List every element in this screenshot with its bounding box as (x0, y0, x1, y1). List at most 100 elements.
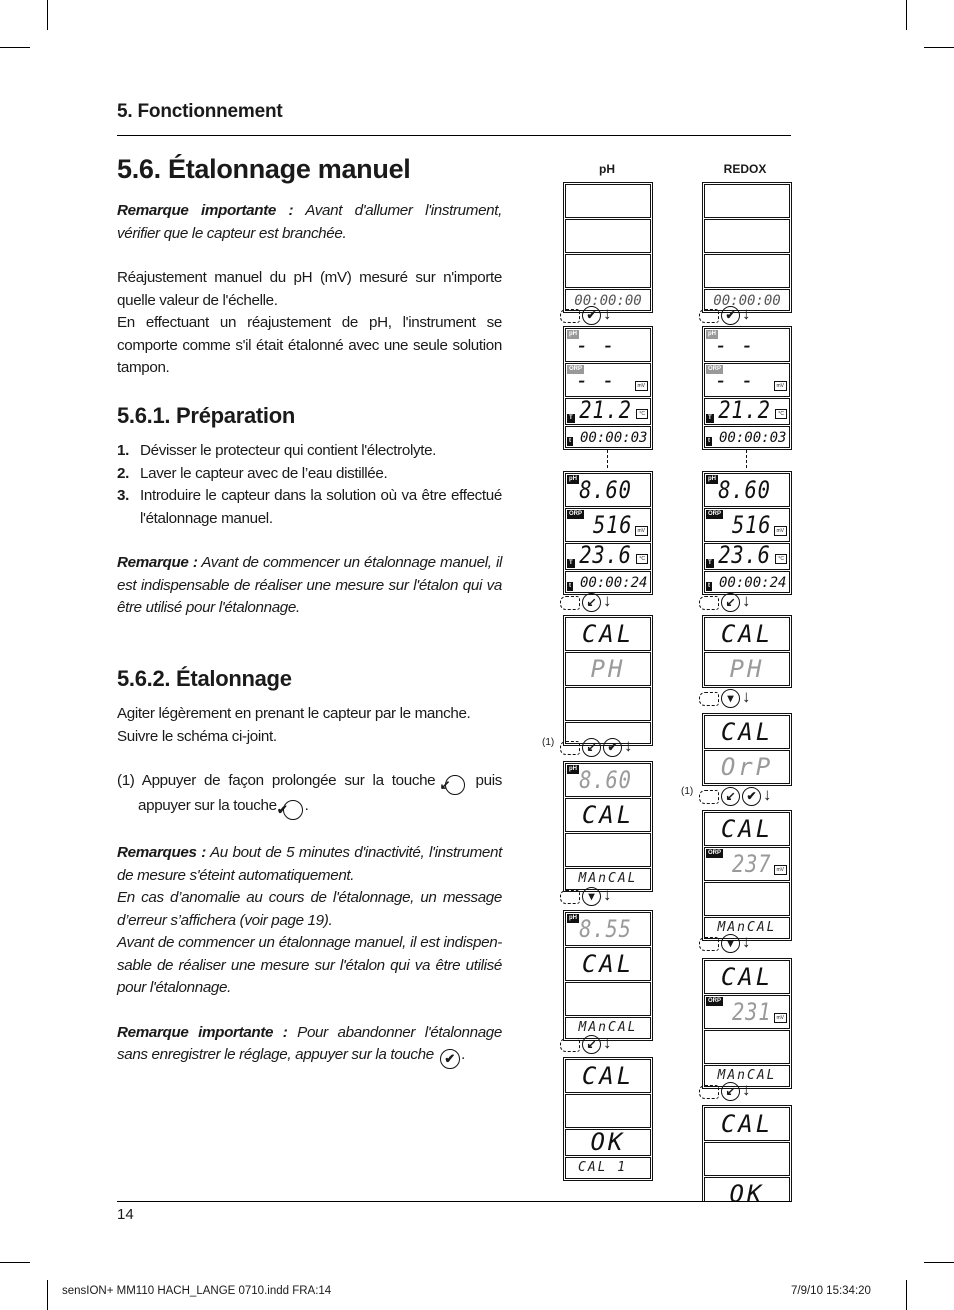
lcd-value: 23.6 (718, 543, 771, 569)
lcd-segment (704, 1030, 790, 1064)
lcd-text: MAnCAL (578, 871, 638, 886)
lcd-segment: t 00:00:03 (704, 426, 790, 448)
lcd-tag: ORP (706, 997, 724, 1006)
hand-icon (699, 1085, 719, 1099)
lcd-value: 21.2 (579, 398, 632, 424)
lcd-time: 00:00:03 (719, 430, 787, 446)
lcd-unit: °C (775, 554, 787, 564)
lcd-value: 8.60 (579, 766, 632, 794)
lcd-segment (704, 184, 790, 218)
cal-key-icon: ↙ (721, 787, 740, 806)
lcd-screen-off: 00:00:00 (563, 182, 653, 313)
lcd-value: OrP (720, 753, 774, 781)
lcd-segment (704, 219, 790, 253)
intro-paragraph-1: Réajustement manuel du pH (mV) mesuré su… (117, 269, 502, 309)
redox-column-title: REDOX (723, 162, 767, 176)
lcd-segment: T 21.2 °C (704, 398, 790, 425)
lcd-tag: T (706, 414, 714, 423)
lcd-segment: ORP 237 mV (704, 847, 790, 881)
lcd-segment: CAL 1 (565, 1157, 651, 1179)
lcd-segment: OK (565, 1129, 651, 1156)
lcd-segment: PH (704, 652, 790, 686)
lcd-tag: pH (567, 914, 579, 923)
remarks-paragraph-3: Avant de commencer un étalonnage manuel,… (117, 934, 502, 996)
remark-lead: Remarque importante : (117, 1023, 288, 1041)
section-header: 5. Fonctionnement (117, 101, 283, 122)
step-press-cal: ↙ ↓ (560, 591, 650, 614)
check-key-icon: ✔ (439, 1049, 460, 1069)
intro-section: Remarque importante : Avant d'allumer l'… (117, 200, 502, 380)
lcd-tag: T (567, 414, 575, 423)
lcd-segment: pH 8.60 (565, 473, 651, 507)
lcd-value: PH (590, 655, 626, 683)
lcd-segment (704, 254, 790, 288)
lcd-time: 00:00:24 (580, 575, 648, 591)
down-key-icon: ▾ (721, 689, 740, 708)
dashed-arrow (746, 450, 748, 468)
lcd-tag: t (706, 437, 712, 446)
lcd-unit: mV (773, 865, 787, 875)
remark-text: . (461, 1046, 466, 1063)
lcd-value: 21.2 (718, 398, 771, 424)
hand-icon (560, 890, 580, 904)
lcd-screen-startup: pH- - - ORP- - -mV T21.2°C t00:00:03 (563, 326, 653, 450)
arrow-down-icon: ↓ (763, 785, 772, 804)
lcd-value: CAL (720, 1110, 774, 1138)
hand-icon (699, 596, 719, 610)
lcd-unit: °C (636, 554, 648, 564)
lcd-value: 516 (731, 511, 771, 539)
lcd-segment: ORP 516 mV (565, 508, 651, 542)
etalonnage-paragraph-2: Suivre le schéma ci-joint. (117, 727, 277, 745)
remark-lead: Remarques : (117, 844, 206, 861)
down-key-icon: ▾ (721, 934, 740, 953)
lcd-segment (704, 882, 790, 916)
remark-lead: Remarque : (117, 554, 198, 571)
arrow-down-icon: ↓ (742, 1080, 751, 1099)
check-key-icon: ✔ (742, 787, 761, 806)
lcd-value: 231 (731, 998, 771, 1026)
lcd-screen-mancal: CAL ORP 237 mV MAnCAL (702, 810, 792, 941)
lcd-screen-cal-ph: CAL PH (563, 615, 653, 746)
hand-icon (560, 309, 580, 323)
lcd-segment (565, 1094, 651, 1128)
lcd-segment: OK (704, 1177, 790, 1202)
intro-paragraph-2: En effectuant un réajustement de pH, l'i… (117, 314, 502, 376)
step-text: Laver le capteur avec de l’eau distillée… (140, 464, 388, 482)
lcd-tag: pH (567, 765, 579, 774)
lcd-segment: ORP- - -mV (704, 363, 790, 397)
remarks-paragraph-2: En cas d’anomalie au cours de l'étalonna… (117, 889, 502, 929)
lcd-unit: mV (634, 381, 648, 391)
lcd-segment: pH- - - (704, 328, 790, 362)
hand-icon (699, 790, 719, 804)
step-item: 3. Introduire le capteur dans la solution… (117, 485, 502, 530)
intro-remark: Remarque importante : Avant d'allumer l'… (117, 200, 502, 245)
lcd-unit: mV (773, 526, 787, 536)
lcd-segment (565, 833, 651, 867)
hand-icon (560, 1038, 580, 1052)
lcd-segment: t 00:00:24 (565, 571, 651, 593)
lcd-value: CAL (581, 1062, 635, 1090)
lcd-screen-off: 00:00:00 (702, 182, 792, 313)
lcd-tag: T (706, 559, 714, 568)
dashed-arrow (607, 450, 609, 468)
hand-icon (699, 692, 719, 706)
lcd-time: 00:00:03 (580, 430, 648, 446)
footnote-text: (1) Appuyer de façon prolongée sur la to… (117, 772, 436, 789)
lcd-text: CAL 1 (578, 1160, 628, 1175)
lcd-screen-ok: CAL OK CAL 1 (563, 1057, 653, 1181)
lcd-unit: mV (634, 526, 648, 536)
preparation-heading: 5.6.1. Préparation (117, 403, 296, 428)
lcd-segment: CAL (704, 715, 790, 749)
lcd-tag: T (567, 559, 575, 568)
lcd-segment (565, 184, 651, 218)
lcd-segment: ORP 516 mV (704, 508, 790, 542)
lcd-segment: CAL (565, 798, 651, 832)
lcd-unit: °C (775, 409, 787, 419)
cal-key-icon: ↙ (721, 1082, 740, 1101)
lcd-screen-measure: pH 8.60 ORP 516 mV T 23.6 °C t 00:00:24 (563, 471, 653, 595)
footnote-marker: (1) (542, 737, 555, 748)
cal-key-icon: ↙ (582, 593, 601, 612)
step-press-ok: ✔ ↓ (560, 304, 650, 327)
lcd-segment: T 21.2 °C (565, 398, 651, 425)
arrow-down-icon: ↓ (603, 1033, 612, 1052)
